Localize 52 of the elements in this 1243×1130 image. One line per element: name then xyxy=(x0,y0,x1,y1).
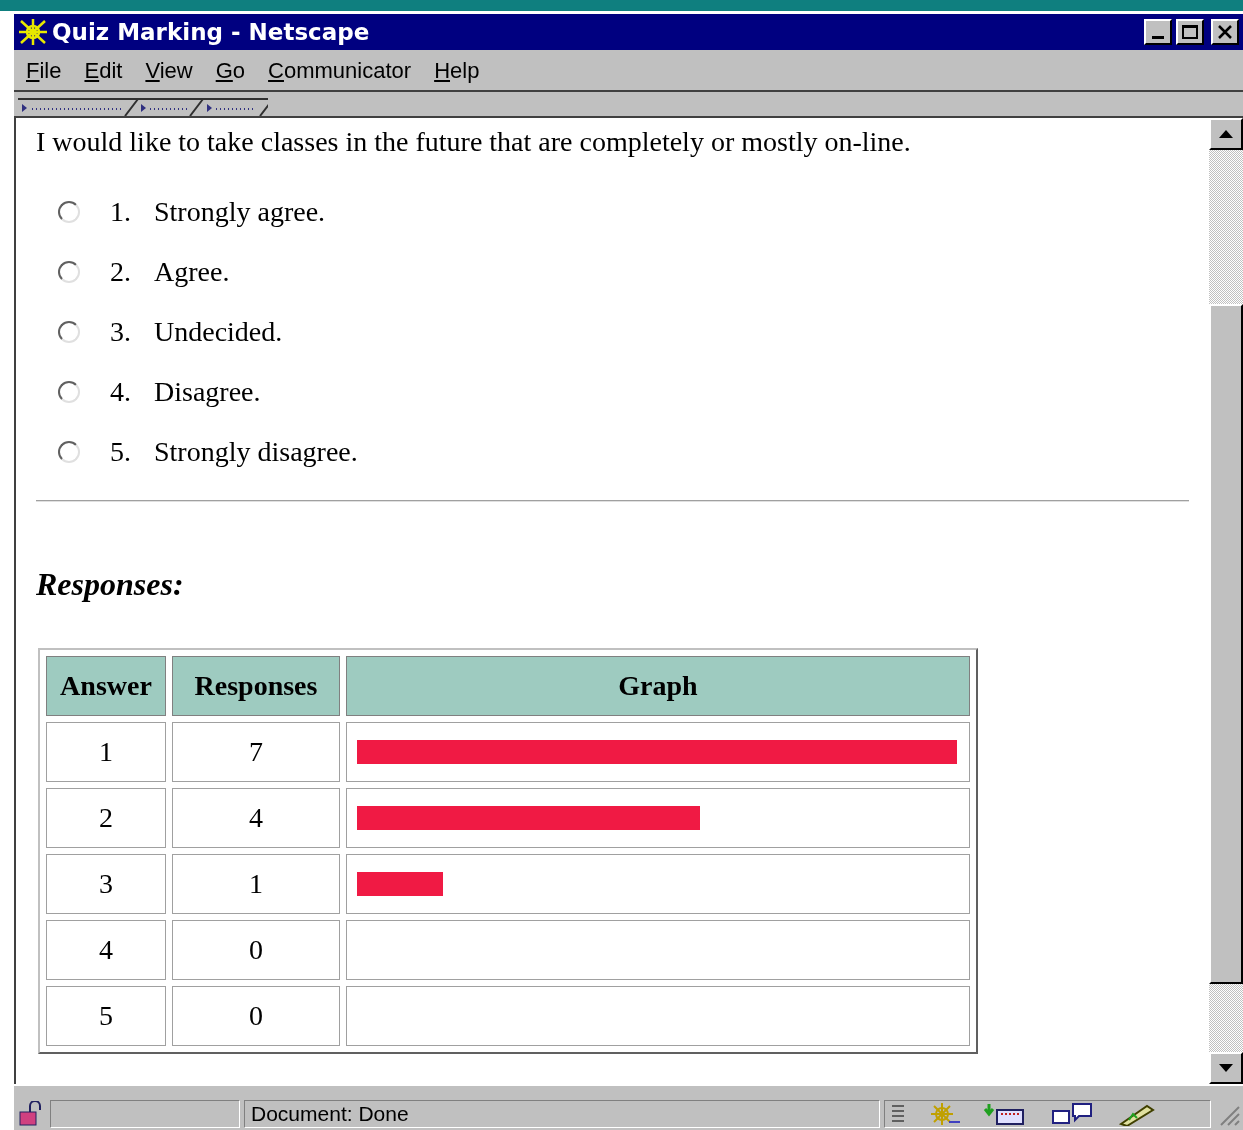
responses-heading: Responses: xyxy=(36,565,185,604)
close-icon xyxy=(1217,25,1233,39)
option-number: 2. xyxy=(110,255,132,289)
table-cell: 4 xyxy=(172,788,340,848)
close-button[interactable] xyxy=(1211,19,1239,45)
list-icon xyxy=(891,1103,905,1125)
table-cell: 2 xyxy=(46,788,166,848)
down-arrow-icon xyxy=(1219,1064,1233,1072)
minimize-button[interactable] xyxy=(1144,19,1172,45)
table-cell: 1 xyxy=(172,854,340,914)
option-number: 1. xyxy=(110,195,132,229)
table-cell: 0 xyxy=(172,920,340,980)
chat-bubbles-icon[interactable] xyxy=(1051,1102,1095,1126)
table-cell: 7 xyxy=(172,722,340,782)
pen-icon[interactable] xyxy=(1117,1102,1157,1126)
option-number: 3. xyxy=(110,315,132,349)
window-title: Quiz Marking - Netscape xyxy=(52,17,371,47)
column-header: Answer xyxy=(46,656,166,716)
table-cell: 4 xyxy=(46,920,166,980)
menu-item[interactable]: File xyxy=(26,53,62,87)
question-text: I would like to take classes in the future that are completely or mostly on-line. xyxy=(36,125,912,159)
column-header: Graph xyxy=(346,656,970,716)
radio-button[interactable] xyxy=(58,321,80,343)
maximize-button[interactable] xyxy=(1176,19,1204,45)
option-number: 4. xyxy=(110,375,132,409)
radio-button[interactable] xyxy=(58,201,80,223)
status-text: Document: Done xyxy=(244,1100,880,1128)
option-label: Agree. xyxy=(154,255,230,289)
option-label: Disagree. xyxy=(154,375,261,409)
column-header: Responses xyxy=(172,656,340,716)
radio-button[interactable] xyxy=(58,261,80,283)
menu-item[interactable]: Help xyxy=(434,53,480,87)
option-label: Undecided. xyxy=(154,315,283,349)
menu-item[interactable]: Go xyxy=(215,53,246,87)
table-cell: 5 xyxy=(46,986,166,1046)
table-cell: 3 xyxy=(46,854,166,914)
up-arrow-icon xyxy=(1219,130,1233,138)
scroll-down-button[interactable] xyxy=(1209,1052,1243,1084)
scroll-up-button[interactable] xyxy=(1209,118,1243,150)
toolbar-tabs-icon[interactable] xyxy=(18,98,268,116)
option-label: Strongly agree. xyxy=(154,195,326,229)
netscape-logo-icon xyxy=(18,18,48,46)
menu-item[interactable]: Communicator xyxy=(268,53,412,87)
radio-button[interactable] xyxy=(58,381,80,403)
scrollbar-thumb[interactable] xyxy=(1209,304,1243,984)
table-cell: 1 xyxy=(46,722,166,782)
menu-item[interactable]: View xyxy=(145,53,193,87)
option-label: Strongly disagree. xyxy=(154,435,358,469)
table-cell: 0 xyxy=(172,986,340,1046)
option-number: 5. xyxy=(110,435,132,469)
menu-item[interactable]: Edit xyxy=(84,53,123,87)
radio-button[interactable] xyxy=(58,441,80,463)
